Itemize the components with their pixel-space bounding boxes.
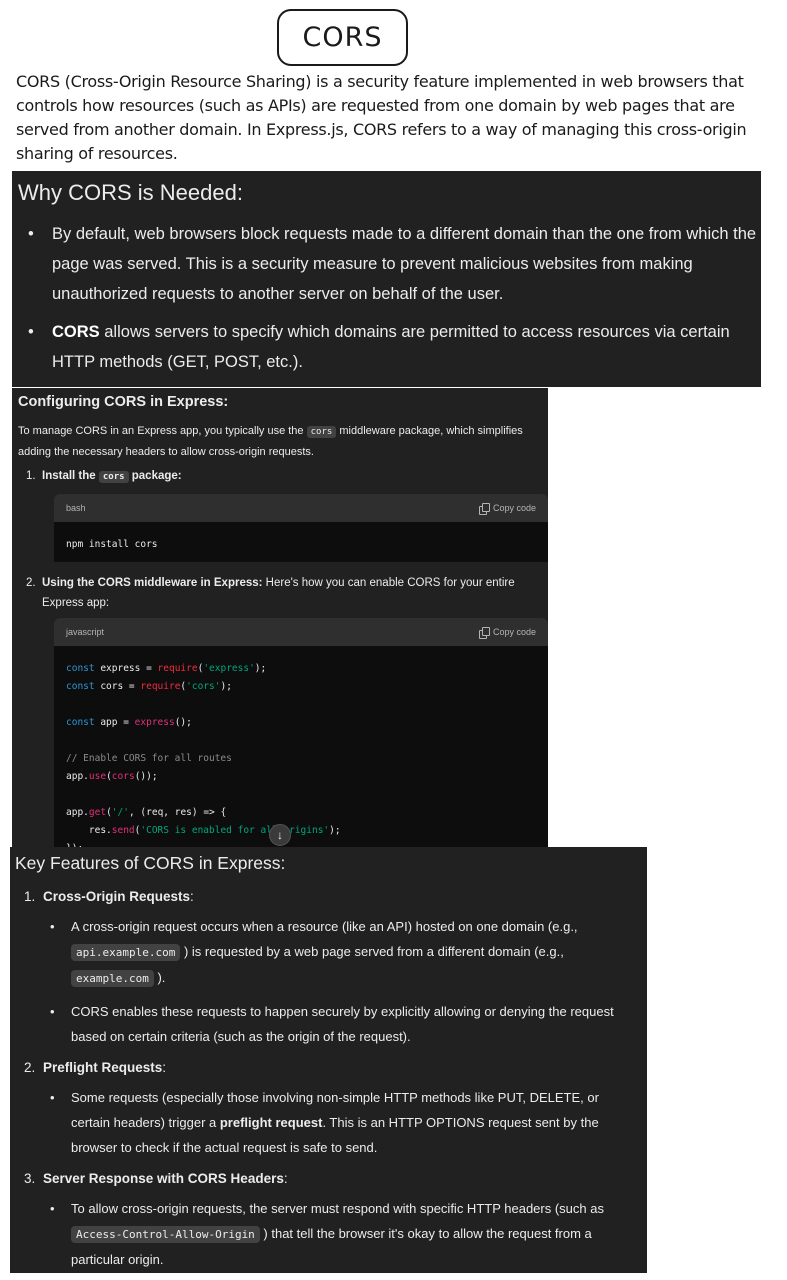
page-title: CORS: [277, 9, 408, 66]
code-header: bash Copy code: [54, 494, 548, 522]
javascript-code-block: javascript Copy code const express = req…: [54, 618, 548, 847]
list-item: Some requests (especially those involvin…: [10, 1085, 647, 1160]
feature-cross-origin: 1.Cross-Origin Requests: A cross-origin …: [10, 887, 647, 1049]
arrow-down-icon: ↓: [277, 828, 283, 842]
step-install: 1. Install the cors package:: [26, 470, 182, 483]
feature-preflight: 2.Preflight Requests: Some requests (esp…: [10, 1058, 647, 1160]
why-cors-panel: Why CORS is Needed: By default, web brow…: [12, 171, 761, 387]
why-cors-list: By default, web browsers block requests …: [12, 219, 761, 377]
feature-title: 1. Cross-Origin Requests:: [24, 889, 194, 904]
list-item: To allow cross-origin requests, the serv…: [10, 1196, 647, 1272]
copy-icon: [478, 627, 490, 639]
feature-title: 3. Server Response with CORS Headers:: [24, 1171, 288, 1186]
configuring-cors-panel: Configuring CORS in Express: To manage C…: [12, 388, 548, 847]
scroll-down-button[interactable]: ↓: [269, 824, 291, 846]
list-item: A cross-origin request occurs when a res…: [10, 914, 647, 991]
inline-code: cors: [306, 426, 337, 438]
feature-server-response: 3.Server Response with CORS Headers: To …: [10, 1169, 647, 1272]
code-body: const express = require('express'); cons…: [66, 663, 341, 847]
intro-paragraph: CORS (Cross-Origin Resource Sharing) is …: [16, 72, 747, 163]
code-language: bash: [66, 503, 86, 513]
inline-code: api.example.com: [71, 944, 181, 961]
inline-code: example.com: [71, 970, 154, 987]
code-header: javascript Copy code: [54, 618, 548, 646]
copy-code-button[interactable]: Copy code: [478, 503, 536, 515]
configuring-paragraph: To manage CORS in an Express app, you ty…: [18, 425, 523, 458]
inline-code: Access-Control-Allow-Origin: [71, 1226, 260, 1243]
configuring-heading: Configuring CORS in Express:: [18, 394, 229, 410]
copy-icon: [478, 503, 490, 515]
feature-title: 2. Preflight Requests:: [24, 1060, 167, 1075]
key-features-heading: Key Features of CORS in Express:: [15, 853, 286, 873]
bash-code-block: bash Copy code npm install cors: [54, 494, 548, 562]
step-middleware: 2. Using the CORS middleware in Express: …: [26, 577, 515, 609]
list-item: By default, web browsers block requests …: [12, 219, 761, 309]
code-body: npm install cors: [66, 539, 158, 550]
key-features-panel: Key Features of CORS in Express: 1. Cross…: [10, 847, 647, 1273]
list-item: CORS enables these requests to happen se…: [10, 999, 647, 1049]
code-language: javascript: [66, 627, 105, 637]
why-cors-heading: Why CORS is Needed:: [18, 180, 243, 205]
inline-code: cors: [98, 471, 129, 483]
copy-code-button[interactable]: Copy code: [478, 627, 536, 639]
list-item: CORS allows servers to specify which dom…: [12, 317, 761, 377]
